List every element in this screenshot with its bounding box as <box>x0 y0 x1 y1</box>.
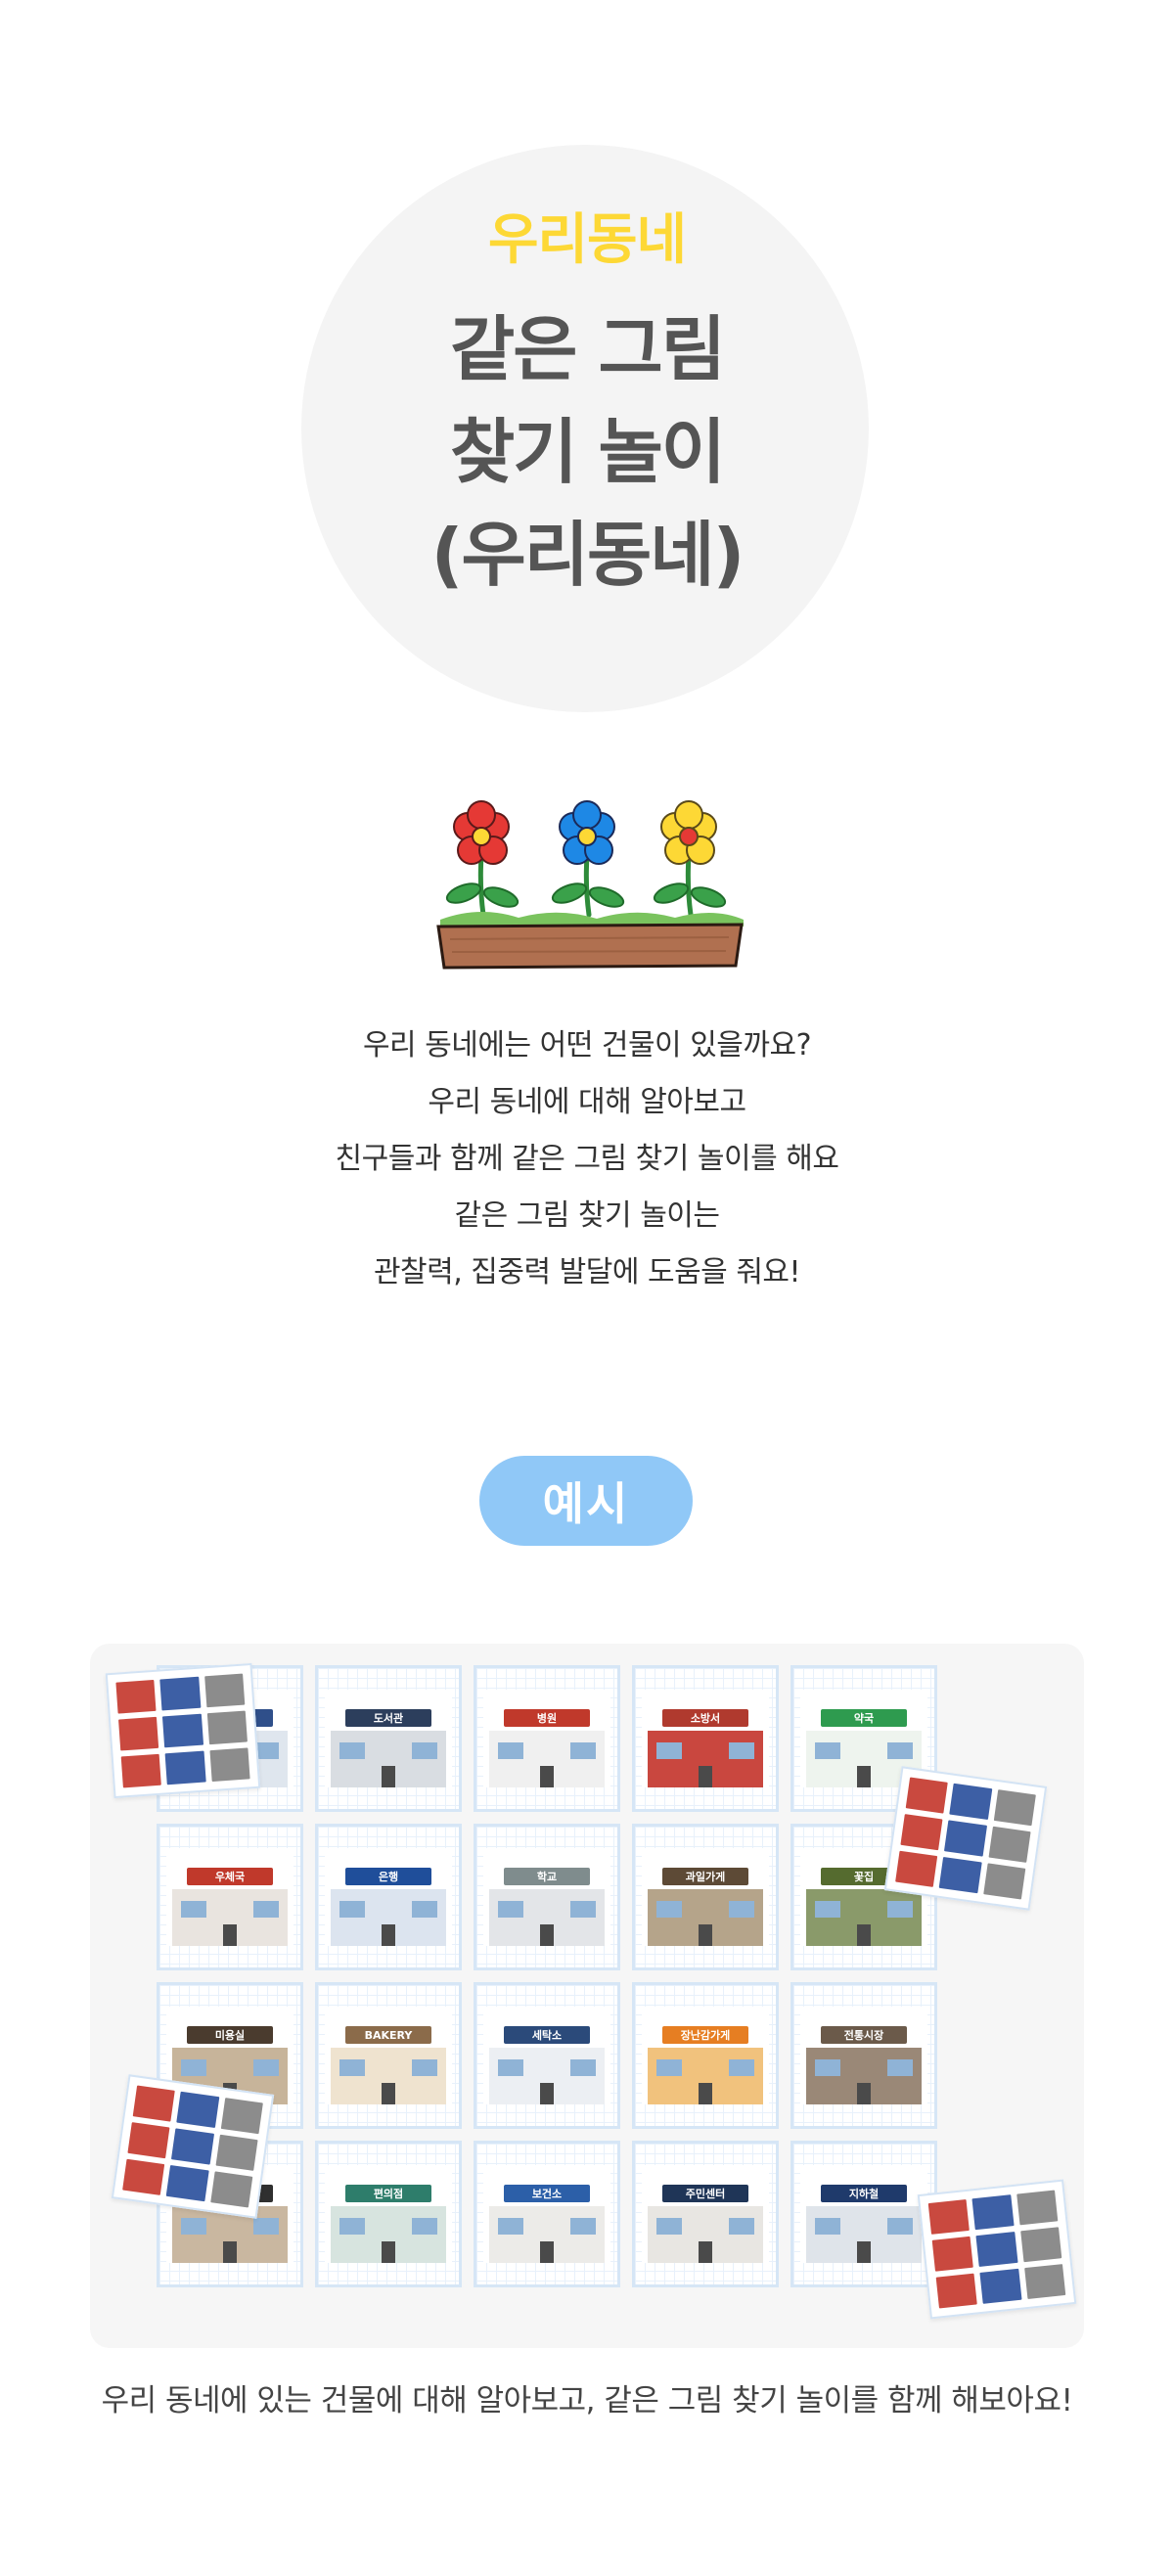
hero-title: 같은 그림 찾기 놀이 (우리동네) <box>0 298 1174 607</box>
building-card[interactable]: 지하철 <box>790 2141 937 2287</box>
card-sheet-preview <box>105 1662 261 1799</box>
building-illustration: 도서관 <box>325 1690 452 1787</box>
building-sign: 전통시장 <box>821 2026 907 2044</box>
building-illustration: 우체국 <box>166 1848 294 1946</box>
building-sign: BAKERY <box>345 2026 431 2044</box>
building-sign: 편의점 <box>345 2185 431 2202</box>
building-sign: 미용실 <box>187 2026 273 2044</box>
building-sign: 장난감가게 <box>662 2026 748 2044</box>
building-sign: 세탁소 <box>504 2026 590 2044</box>
intro-line: 우리 동네에 대해 알아보고 <box>428 1085 746 1119</box>
building-card[interactable]: 은행 <box>315 1824 462 1970</box>
building-illustration: 장난감가게 <box>642 2007 769 2104</box>
building-sign: 지하철 <box>821 2185 907 2202</box>
building-sign: 우체국 <box>187 1868 273 1885</box>
building-card[interactable]: 전통시장 <box>790 1982 937 2129</box>
flower-planter-illustration <box>436 800 744 970</box>
building-card[interactable]: 세탁소 <box>474 1982 620 2129</box>
building-illustration: 병원 <box>483 1690 610 1787</box>
building-illustration: 학교 <box>483 1848 610 1946</box>
hero-title-line: 같은 그림 <box>449 308 726 390</box>
building-sign: 약국 <box>821 1709 907 1727</box>
building-illustration: 세탁소 <box>483 2007 610 2104</box>
building-illustration: 지하철 <box>800 2165 927 2263</box>
intro-line: 친구들과 함께 같은 그림 찾기 놀이를 해요 <box>335 1142 839 1176</box>
building-card[interactable]: 편의점 <box>315 2141 462 2287</box>
building-card[interactable]: 병원 <box>474 1665 620 1812</box>
building-sign: 보건소 <box>504 2185 590 2202</box>
building-illustration: BAKERY <box>325 2007 452 2104</box>
hero-title-line: (우리동네) <box>430 514 745 596</box>
intro-line: 우리 동네에는 어떤 건물이 있을까요? <box>362 1028 812 1062</box>
hero-subtitle: 우리동네 <box>487 208 687 272</box>
building-sign: 은행 <box>345 1868 431 1885</box>
building-sign: 과일가게 <box>662 1868 748 1885</box>
intro-line: 관찰력, 집중력 발달에 도움을 줘요! <box>373 1255 801 1289</box>
intro-text: 우리 동네에는 어떤 건물이 있을까요? 우리 동네에 대해 알아보고 친구들과… <box>0 1017 1174 1301</box>
card-sheet-preview <box>917 2179 1077 2320</box>
hero-title-line: 찾기 놀이 <box>449 411 726 493</box>
building-card[interactable]: 학교 <box>474 1824 620 1970</box>
building-sign: 도서관 <box>345 1709 431 1727</box>
building-card[interactable]: 과일가게 <box>632 1824 779 1970</box>
example-label: 예시 <box>479 1456 693 1546</box>
intro-line: 같은 그림 찾기 놀이는 <box>454 1198 720 1233</box>
building-card[interactable]: 장난감가게 <box>632 1982 779 2129</box>
building-sign: 주민센터 <box>662 2185 748 2202</box>
building-illustration: 전통시장 <box>800 2007 927 2104</box>
building-sign: 학교 <box>504 1868 590 1885</box>
building-illustration: 과일가게 <box>642 1848 769 1946</box>
building-card[interactable]: 주민센터 <box>632 2141 779 2287</box>
building-card[interactable]: 소방서 <box>632 1665 779 1812</box>
building-sign: 소방서 <box>662 1709 748 1727</box>
building-sign: 병원 <box>504 1709 590 1727</box>
example-caption: 우리 동네에 있는 건물에 대해 알아보고, 같은 그림 찾기 놀이를 함께 해… <box>101 2383 1073 2418</box>
building-card[interactable]: 우체국 <box>157 1824 303 1970</box>
card-sheet-preview <box>883 1766 1048 1911</box>
example-panel: 경찰서도서관병원소방서약국우체국은행학교과일가게꽃집미용실BAKERY세탁소장난… <box>90 1644 1084 2348</box>
building-card[interactable]: BAKERY <box>315 1982 462 2129</box>
building-illustration: 보건소 <box>483 2165 610 2263</box>
building-card[interactable]: 보건소 <box>474 2141 620 2287</box>
building-illustration: 편의점 <box>325 2165 452 2263</box>
building-card[interactable]: 도서관 <box>315 1665 462 1812</box>
building-illustration: 소방서 <box>642 1690 769 1787</box>
card-sheet-preview <box>111 2074 275 2219</box>
building-illustration: 주민센터 <box>642 2165 769 2263</box>
building-illustration: 은행 <box>325 1848 452 1946</box>
